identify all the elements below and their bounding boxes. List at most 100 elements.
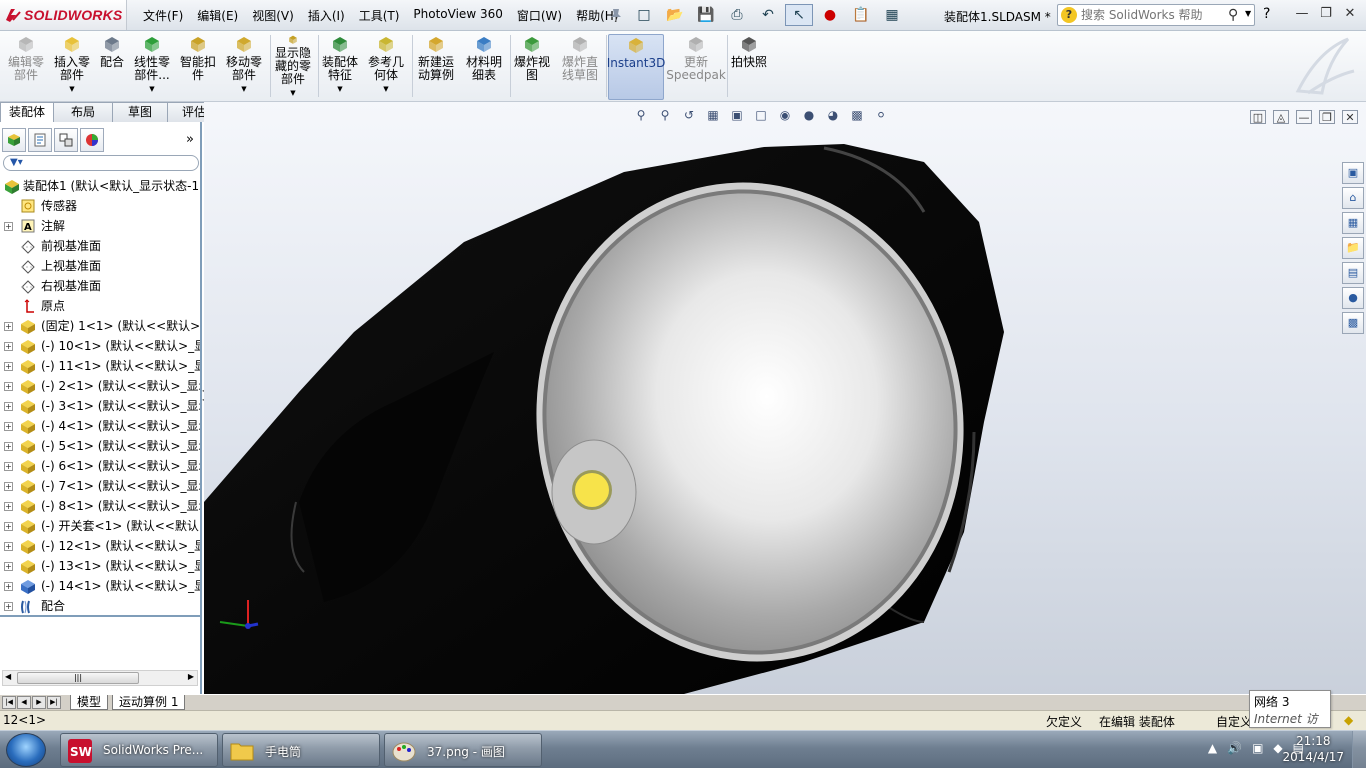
previous-view-icon[interactable]: ↺	[680, 106, 698, 124]
chevron-down-icon[interactable]: ▼	[337, 83, 342, 96]
scroll-left-icon[interactable]: ◀	[5, 672, 11, 681]
tree-item[interactable]: + (-) 6<1> (默认<<默认>_显示	[0, 456, 200, 476]
view-settings-icon[interactable]: ▩	[848, 106, 866, 124]
tree-item[interactable]: + (-) 2<1> (默认<<默认>_显示	[0, 376, 200, 396]
feature-tree-tab-icon[interactable]	[2, 128, 26, 152]
tree-item[interactable]: 右视基准面	[0, 276, 200, 296]
chevron-down-icon[interactable]: ▼	[69, 83, 74, 96]
tree-item[interactable]: 传感器	[0, 196, 200, 216]
expand-icon[interactable]: +	[4, 502, 13, 511]
scroll-thumb[interactable]: |||	[17, 672, 139, 684]
tree-item[interactable]: + (固定) 1<1> (默认<<默认>_显	[0, 316, 200, 336]
file-explorer-icon[interactable]: 📁	[1342, 237, 1364, 259]
taskbar-item-solidworks[interactable]: SW SolidWorks Pre...	[60, 733, 218, 767]
expand-icon[interactable]: +	[4, 362, 13, 371]
appearances-icon[interactable]: ●	[1342, 287, 1364, 309]
chevron-down-icon[interactable]: ▼	[149, 83, 154, 96]
undo-icon[interactable]: ↶	[754, 4, 782, 26]
expand-icon[interactable]: +	[4, 322, 13, 331]
section-view-icon[interactable]: ▦	[704, 106, 722, 124]
tree-item[interactable]: + A 注解	[0, 216, 200, 236]
taskbar-clock[interactable]: 21:18 2014/4/17	[1282, 733, 1344, 765]
expand-icon[interactable]: +	[4, 402, 13, 411]
tree-item[interactable]: + (-) 10<1> (默认<<默认>_显示	[0, 336, 200, 356]
tree-item[interactable]: 上视基准面	[0, 256, 200, 276]
tree-item[interactable]: + (-) 3<1> (默认<<默认>_显示	[0, 396, 200, 416]
expand-icon[interactable]: +	[4, 482, 13, 491]
tree-item[interactable]: + (-) 11<1> (默认<<默认>_显示	[0, 356, 200, 376]
ribbon-button-mate[interactable]: 配合	[98, 34, 126, 100]
menu-edit[interactable]: 编辑(E)	[190, 7, 245, 24]
viewport-split-icon[interactable]: ◫	[1250, 110, 1266, 124]
first-tab-icon[interactable]: |◀	[2, 696, 16, 709]
minimize-icon[interactable]: —	[1292, 5, 1312, 23]
ribbon-button-reference-geometry[interactable]: 参考几 何体 ▼	[366, 34, 406, 100]
chevron-down-icon[interactable]: ▼	[241, 83, 246, 96]
last-tab-icon[interactable]: ▶|	[47, 696, 61, 709]
start-button[interactable]	[6, 733, 46, 767]
next-tab-icon[interactable]: ▶	[32, 696, 46, 709]
tree-item[interactable]: + (-) 14<1> (默认<<默认>_显示	[0, 576, 200, 596]
design-library-icon[interactable]: ▦	[1342, 212, 1364, 234]
ribbon-button-motion-study[interactable]: 新建运 动算例	[414, 34, 458, 100]
close-icon[interactable]: ✕	[1340, 5, 1360, 23]
expand-icon[interactable]: +	[4, 542, 13, 551]
solidworks-logo[interactable]: SOLIDWORKS	[0, 0, 127, 30]
expand-icon[interactable]: +	[4, 602, 13, 611]
pin-icon[interactable]	[608, 7, 624, 23]
new-document-icon[interactable]: □	[630, 4, 658, 26]
tab-model[interactable]: 模型	[70, 695, 109, 710]
viewport-close-icon[interactable]: ✕	[1342, 110, 1358, 124]
help-search-box[interactable]: ? ⚲ ▼	[1057, 4, 1255, 26]
viewport-restore-icon[interactable]: ❐	[1319, 110, 1335, 124]
ribbon-button-explode-line[interactable]: 爆炸直 线草图	[560, 34, 600, 100]
ribbon-button-edit-component[interactable]: 编辑零 部件	[6, 34, 46, 100]
expand-icon[interactable]: +	[4, 442, 13, 451]
taskbar-item-paint[interactable]: 37.png - 画图	[384, 733, 542, 767]
ribbon-button-snapshot[interactable]: 拍快照	[729, 34, 769, 100]
expand-icon[interactable]: +	[4, 422, 13, 431]
tree-item[interactable]: + (-) 5<1> (默认<<默认>_显示	[0, 436, 200, 456]
rebuild-traffic-light-icon[interactable]: ●	[816, 4, 844, 26]
tab-0[interactable]: 装配体	[0, 102, 55, 122]
graphics-area[interactable]: ⚲ ⚲ ↺ ▦ ▣ □ ◉ ● ◕ ▩ ⚪ ◫ ◬ — ❐ ✕ ▣ ⌂ ▦ 📁 …	[204, 102, 1366, 694]
menu-file[interactable]: 文件(F)	[136, 7, 190, 24]
pane-divider[interactable]	[0, 615, 200, 617]
scroll-right-icon[interactable]: ▶	[188, 672, 194, 681]
display-style-icon[interactable]: □	[752, 106, 770, 124]
menu-tools[interactable]: 工具(T)	[352, 7, 407, 24]
viewport-tile-icon[interactable]: ◬	[1273, 110, 1289, 124]
ribbon-button-assembly-feature[interactable]: 装配体 特征 ▼	[320, 34, 360, 100]
more-tabs-icon[interactable]: »	[186, 132, 194, 147]
expand-icon[interactable]: +	[4, 342, 13, 351]
save-icon[interactable]: 💾	[692, 4, 720, 26]
ribbon-button-insert-component[interactable]: 插入零 部件 ▼	[52, 34, 92, 100]
ribbon-button-smart-fastener[interactable]: 智能扣件	[178, 34, 218, 100]
tree-item[interactable]: 前视基准面	[0, 236, 200, 256]
chevron-down-icon[interactable]: ▼	[1245, 9, 1251, 18]
tree-root[interactable]: 装配体1 (默认<默认_显示状态-1	[0, 176, 200, 196]
tray-expand-icon[interactable]: ▲	[1208, 741, 1217, 755]
prev-tab-icon[interactable]: ◀	[17, 696, 31, 709]
help-icon[interactable]: ?	[1263, 6, 1270, 22]
print-icon[interactable]: ⎙	[723, 4, 751, 26]
menu-photoview[interactable]: PhotoView 360	[406, 7, 509, 24]
tree-item[interactable]: + (-) 12<1> (默认<<默认>_显示	[0, 536, 200, 556]
ribbon-button-instant3d[interactable]: Instant3D	[607, 34, 665, 100]
expand-icon[interactable]: +	[4, 522, 13, 531]
expand-icon[interactable]: +	[4, 462, 13, 471]
solidworks-resources-icon[interactable]: ▣	[1342, 162, 1364, 184]
tab-1[interactable]: 布局	[53, 102, 114, 122]
tree-item[interactable]: + (-) 8<1> (默认<<默认>_显示	[0, 496, 200, 516]
hide-show-items-icon[interactable]: ◉	[776, 106, 794, 124]
tray-app-icon[interactable]: ▣	[1252, 741, 1263, 755]
tree-item[interactable]: + (-) 4<1> (默认<<默认>_显示	[0, 416, 200, 436]
viewport-minimize-icon[interactable]: —	[1296, 110, 1312, 124]
ribbon-button-show-hidden[interactable]: 显示隐 藏的零 部件 ▼	[272, 34, 314, 100]
ribbon-button-bom[interactable]: 材料明 细表	[464, 34, 504, 100]
configuration-manager-tab-icon[interactable]	[54, 128, 78, 152]
zoom-to-fit-icon[interactable]: ⚲	[632, 106, 650, 124]
tree-item[interactable]: 原点	[0, 296, 200, 316]
search-icon[interactable]: ⚲	[1228, 7, 1238, 23]
chevron-down-icon[interactable]: ▼	[290, 87, 295, 100]
